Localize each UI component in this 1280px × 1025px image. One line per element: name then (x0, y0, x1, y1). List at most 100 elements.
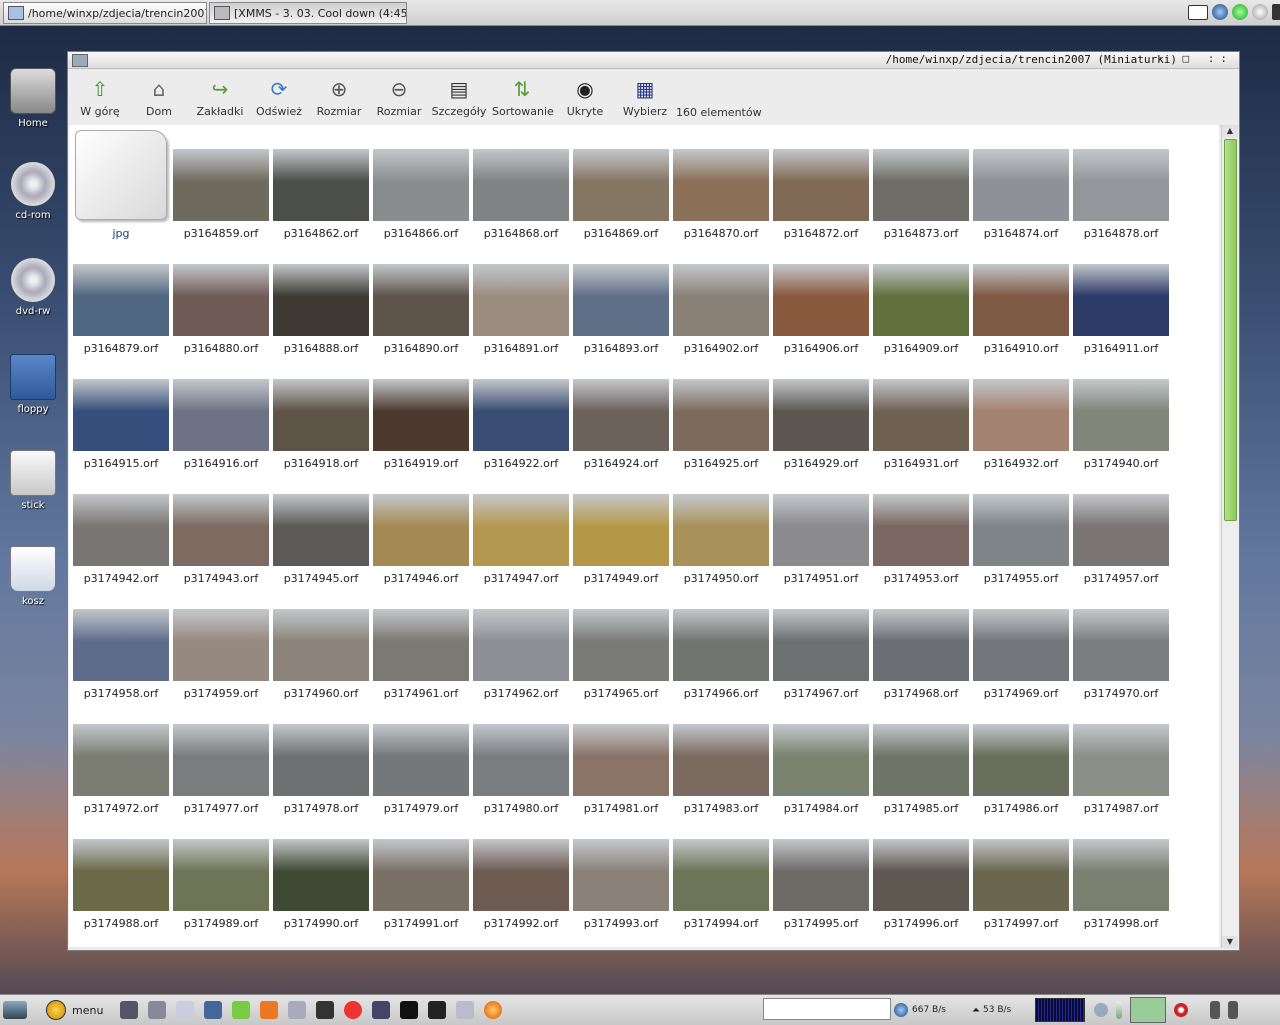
thumbnail-item[interactable]: p3174993.orf (571, 818, 671, 933)
thumbnail-item[interactable]: p3164870.orf (671, 128, 771, 243)
volume-icon[interactable] (1094, 1003, 1108, 1017)
thumbnail-item[interactable]: p3164911.orf (1071, 243, 1171, 358)
tools-icon[interactable] (260, 1001, 278, 1019)
thumbnail-item[interactable]: p3174943.orf (171, 473, 271, 588)
thumbnail-item[interactable]: p3174951.orf (771, 473, 871, 588)
files-icon[interactable] (288, 1001, 306, 1019)
thumbnail-item[interactable]: p3164910.orf (971, 243, 1071, 358)
thumbnail-item[interactable]: p3174995.orf (771, 818, 871, 933)
network-icon[interactable] (1212, 4, 1228, 20)
tray-icon[interactable] (1210, 1001, 1220, 1019)
thumbnail-item[interactable]: p3174972.orf (71, 703, 171, 818)
thumbnail-item[interactable]: p3164893.orf (571, 243, 671, 358)
thumbnail-item[interactable]: p3174961.orf (371, 588, 471, 703)
thumbnail-item[interactable]: p3174970.orf (1071, 588, 1171, 703)
audio-icon[interactable] (400, 1001, 418, 1019)
notes-icon[interactable] (176, 1001, 194, 1019)
thumbnail-item[interactable]: p3174942.orf (71, 473, 171, 588)
toolbar-button-2[interactable]: ↪ Zakładki (190, 77, 250, 118)
thumbnail-item[interactable]: p3174978.orf (271, 703, 371, 818)
thumbnail-item[interactable]: p3174947.orf (471, 473, 571, 588)
thumbnail-view[interactable]: jpg p3164859.orf p3164862.orf p3164866.orf p… (69, 125, 1219, 947)
save-icon[interactable] (204, 1001, 222, 1019)
scroll-up-arrow[interactable]: ▲ (1222, 125, 1238, 137)
desktop-icon-cd-rom[interactable]: cd-rom (8, 162, 58, 221)
disk-icon[interactable] (1252, 4, 1268, 20)
thumbnail-item[interactable]: p3174958.orf (71, 588, 171, 703)
thumbnail-item[interactable]: p3164888.orf (271, 243, 371, 358)
firefox-icon[interactable] (484, 1001, 502, 1019)
run-input[interactable] (763, 998, 891, 1020)
thumbnail-item[interactable]: p3174949.orf (571, 473, 671, 588)
thumbnail-item[interactable]: p3164915.orf (71, 358, 171, 473)
toolbar-button-5[interactable]: ⊖ Rozmiar (369, 77, 429, 118)
editor-icon[interactable] (148, 1001, 166, 1019)
thumbnail-item[interactable]: p3164873.orf (871, 128, 971, 243)
desktop-icon-dvd-rw[interactable]: dvd-rw (8, 258, 58, 317)
toolbar-button-0[interactable]: ⇧ W górę (70, 77, 130, 118)
thumbnail-item[interactable]: p3164890.orf (371, 243, 471, 358)
menu-button[interactable]: menu (46, 1000, 103, 1020)
thumbnail-item[interactable]: p3174987.orf (1071, 703, 1171, 818)
thumbnail-item[interactable]: p3174983.orf (671, 703, 771, 818)
toolbar-button-4[interactable]: ⊕ Rozmiar (309, 77, 369, 118)
window-controls[interactable]: · □ :: (1157, 52, 1233, 65)
thumbnail-item[interactable]: p3164868.orf (471, 128, 571, 243)
thumbnail-item[interactable]: p3174991.orf (371, 818, 471, 933)
terminal-icon[interactable] (120, 1001, 138, 1019)
thumbnail-item[interactable]: p3164878.orf (1071, 128, 1171, 243)
vertical-scrollbar[interactable]: ▲ ▼ (1221, 125, 1238, 948)
desktop-icon-floppy[interactable]: floppy (8, 354, 58, 415)
music-note-icon[interactable] (1272, 4, 1280, 20)
window-menu-icon[interactable] (72, 54, 88, 67)
lastfm-icon[interactable] (344, 1001, 362, 1019)
thumbnail-item[interactable]: p3164922.orf (471, 358, 571, 473)
thumbnail-item[interactable]: p3164924.orf (571, 358, 671, 473)
monitor-icon[interactable] (372, 1001, 390, 1019)
thumbnail-item[interactable]: p3174980.orf (471, 703, 571, 818)
toolbar-button-8[interactable]: ◉ Ukryte (555, 77, 615, 118)
thumbnail-item[interactable]: p3174989.orf (171, 818, 271, 933)
power-icon[interactable] (1174, 1003, 1188, 1017)
thumbnail-item[interactable]: p3174998.orf (1071, 818, 1171, 933)
thumbnail-item[interactable]: p3164859.orf (171, 128, 271, 243)
status-icon[interactable] (1232, 4, 1248, 20)
thumbnail-item[interactable]: p3164866.orf (371, 128, 471, 243)
thumbnail-item[interactable]: p3164874.orf (971, 128, 1071, 243)
scrollbar-thumb[interactable] (1224, 139, 1237, 521)
thumbnail-item[interactable]: p3164891.orf (471, 243, 571, 358)
toolbar-button-1[interactable]: ⌂ Dom (129, 77, 189, 118)
desktop-icon-home[interactable]: Home (8, 68, 58, 129)
thumbnail-item[interactable]: p3164869.orf (571, 128, 671, 243)
thumbnail-item[interactable]: p3174955.orf (971, 473, 1071, 588)
toolbar-button-6[interactable]: ▤ Szczegóły (429, 77, 489, 118)
taskbar-task-xmms[interactable]: [XMMS - 3. 03. Cool down (4:45)] (209, 2, 407, 24)
thumbnail-item[interactable]: p3174994.orf (671, 818, 771, 933)
thumbnail-item[interactable]: p3174966.orf (671, 588, 771, 703)
tray-icon[interactable] (1228, 1001, 1238, 1019)
thumbnail-item[interactable]: p3174992.orf (471, 818, 571, 933)
thumbnail-item[interactable]: p3164862.orf (271, 128, 371, 243)
folder-item[interactable]: jpg (71, 128, 171, 243)
thumbnail-item[interactable]: p3174965.orf (571, 588, 671, 703)
workspace-pager[interactable] (1130, 997, 1166, 1023)
thumbnail-item[interactable]: p3164918.orf (271, 358, 371, 473)
toolbar-button-3[interactable]: ⟳ Odśwież (249, 77, 309, 118)
thumbnail-item[interactable]: p3174984.orf (771, 703, 871, 818)
thumbnail-item[interactable]: p3174968.orf (871, 588, 971, 703)
show-desktop-button[interactable] (3, 1000, 27, 1020)
thumbnail-item[interactable]: p3174979.orf (371, 703, 471, 818)
shell-icon[interactable] (428, 1001, 446, 1019)
window-titlebar[interactable]: /home/winxp/zdjecia/trencin2007 (Miniatu… (68, 52, 1239, 69)
thumbnail-item[interactable]: p3174959.orf (171, 588, 271, 703)
thumbnail-item[interactable]: p3164872.orf (771, 128, 871, 243)
thumbnail-item[interactable]: p3174967.orf (771, 588, 871, 703)
thumbnail-item[interactable]: p3164931.orf (871, 358, 971, 473)
thumbnail-item[interactable]: p3164902.orf (671, 243, 771, 358)
desktop-icon-stick[interactable]: stick (8, 450, 58, 511)
toolbar-button-7[interactable]: ⇅ Sortowanie (492, 77, 554, 118)
thumbnail-item[interactable]: p3164879.orf (71, 243, 171, 358)
thumbnail-item[interactable]: p3174986.orf (971, 703, 1071, 818)
thumbnail-item[interactable]: p3164919.orf (371, 358, 471, 473)
mail-icon[interactable] (1188, 4, 1208, 20)
